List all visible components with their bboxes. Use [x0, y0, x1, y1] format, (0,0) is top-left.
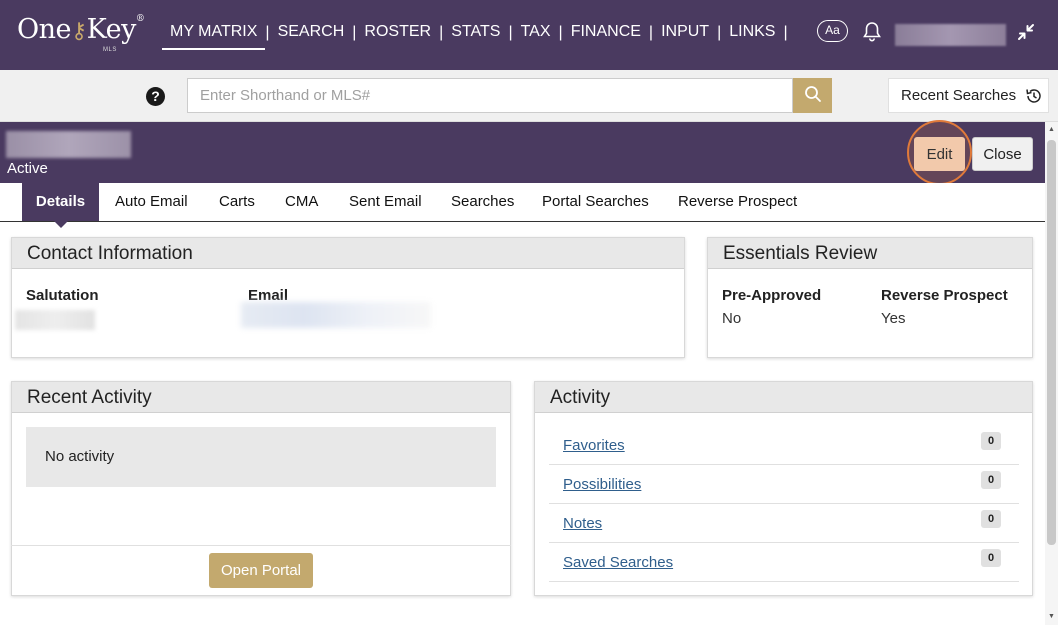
top-nav: One⚷Key® MLS MY MATRIX | SEARCH | ROSTER…	[0, 0, 1058, 70]
recent-searches-button[interactable]: Recent Searches	[888, 78, 1049, 113]
list-item: Favorites 0	[549, 426, 1019, 465]
notes-link[interactable]: Notes	[563, 515, 602, 532]
nav-tax[interactable]: TAX	[513, 20, 559, 50]
recent-searches-label: Recent Searches	[901, 87, 1017, 104]
nav-stats[interactable]: STATS	[443, 20, 508, 50]
contact-information-panel: Contact Information	[11, 237, 685, 358]
contact-header	[0, 122, 1045, 183]
list-item: Notes 0	[549, 504, 1019, 543]
email-value-redacted[interactable]	[241, 302, 431, 328]
tab-reverse-prospect[interactable]: Reverse Prospect	[678, 183, 797, 221]
tab-cma[interactable]: CMA	[285, 183, 318, 221]
list-item: Possibilities 0	[549, 465, 1019, 504]
open-portal-button[interactable]: Open Portal	[209, 553, 313, 588]
edit-button[interactable]: Edit	[914, 137, 965, 171]
text-size-button[interactable]: Aa	[817, 20, 848, 42]
bell-icon[interactable]	[860, 20, 884, 44]
nav-finance[interactable]: FINANCE	[563, 20, 649, 50]
help-icon[interactable]: ?	[146, 87, 165, 106]
panel-title: Essentials Review	[708, 238, 1032, 269]
count-badge: 0	[981, 510, 1001, 528]
collapse-icon[interactable]	[1016, 22, 1036, 42]
search-input[interactable]	[187, 78, 793, 113]
panel-title: Recent Activity	[12, 382, 510, 413]
search-button[interactable]	[793, 78, 832, 113]
panel-title: Activity	[535, 382, 1032, 413]
list-item: Saved Searches 0	[549, 543, 1019, 582]
favorites-link[interactable]: Favorites	[563, 437, 625, 454]
onekey-logo[interactable]: One⚷Key® MLS	[17, 14, 145, 53]
divider	[11, 545, 511, 546]
possibilities-link[interactable]: Possibilities	[563, 476, 641, 493]
saved-searches-link[interactable]: Saved Searches	[563, 554, 673, 571]
empty-activity-message: No activity	[26, 427, 496, 487]
scroll-down-arrow[interactable]: ▼	[1047, 613, 1056, 620]
tab-portal-searches[interactable]: Portal Searches	[542, 183, 649, 221]
nav-separator: |	[783, 24, 788, 41]
reverse-prospect-label: Reverse Prospect	[881, 287, 1008, 304]
nav-links[interactable]: LINKS	[721, 20, 783, 50]
nav-input[interactable]: INPUT	[653, 20, 717, 50]
close-button[interactable]: Close	[972, 137, 1033, 171]
count-badge: 0	[981, 432, 1001, 450]
user-name-redacted[interactable]	[895, 24, 1006, 46]
tab-details[interactable]: Details	[22, 183, 99, 228]
pre-approved-value: No	[722, 310, 742, 327]
nav-roster[interactable]: ROSTER	[356, 20, 439, 50]
nav-search[interactable]: SEARCH	[270, 20, 353, 50]
panel-title: Contact Information	[12, 238, 684, 269]
salutation-value-redacted	[15, 310, 95, 330]
main-menu: MY MATRIX | SEARCH | ROSTER | STATS | TA…	[162, 20, 788, 50]
nav-my-matrix[interactable]: MY MATRIX	[162, 20, 266, 50]
count-badge: 0	[981, 471, 1001, 489]
scroll-up-arrow[interactable]: ▲	[1047, 126, 1056, 133]
tab-bar: Details Auto Email Carts CMA Sent Email …	[0, 183, 1045, 228]
pre-approved-label: Pre-Approved	[722, 287, 822, 304]
contact-status: Active	[7, 160, 48, 177]
tab-auto-email[interactable]: Auto Email	[115, 183, 188, 221]
tab-sent-email[interactable]: Sent Email	[349, 183, 422, 221]
search-icon	[804, 86, 821, 102]
tab-searches[interactable]: Searches	[451, 183, 514, 221]
history-icon	[1026, 88, 1041, 103]
salutation-label: Salutation	[26, 287, 99, 304]
tab-carts[interactable]: Carts	[219, 183, 255, 221]
scrollbar-thumb[interactable]	[1047, 140, 1056, 545]
contact-name-redacted	[6, 131, 131, 158]
reverse-prospect-value: Yes	[881, 310, 906, 327]
count-badge: 0	[981, 549, 1001, 567]
